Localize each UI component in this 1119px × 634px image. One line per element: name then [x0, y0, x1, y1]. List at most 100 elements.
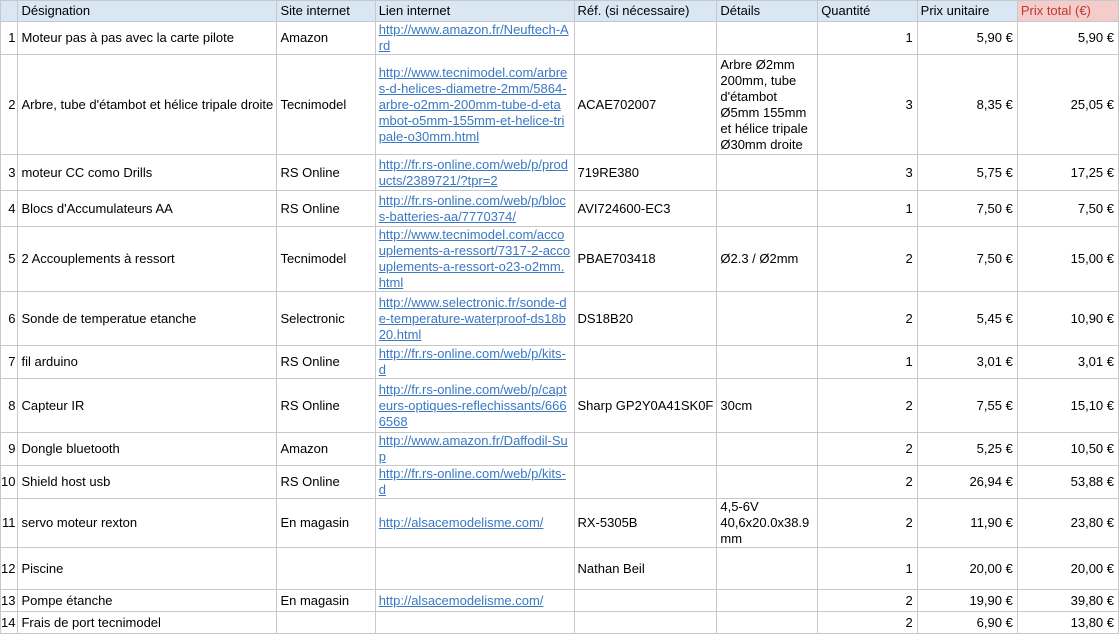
total-price-cell[interactable]: 53,88 € — [1016, 465, 1119, 499]
designation-cell[interactable]: Pompe étanche — [17, 589, 278, 612]
ref-cell[interactable]: PBAE703418 — [573, 226, 718, 292]
site-cell[interactable]: Tecnimodel — [276, 226, 376, 292]
unit-price-cell[interactable]: 19,90 € — [916, 589, 1018, 612]
total-price-cell[interactable]: 10,90 € — [1016, 291, 1119, 346]
row-number[interactable]: 12 — [0, 547, 19, 590]
quantity-cell[interactable]: 1 — [817, 547, 918, 590]
designation-cell[interactable]: Sonde de temperatue etanche — [17, 291, 278, 346]
col-header-quantity[interactable]: Quantité — [817, 0, 918, 22]
row-number[interactable]: 3 — [0, 154, 19, 191]
details-cell[interactable] — [716, 345, 819, 379]
unit-price-cell[interactable]: 7,50 € — [916, 190, 1018, 227]
total-price-cell[interactable]: 13,80 € — [1016, 611, 1119, 634]
unit-price-cell[interactable]: 26,94 € — [916, 465, 1018, 499]
details-cell[interactable] — [716, 154, 819, 191]
col-header-total-price[interactable]: Prix total (€) — [1016, 0, 1119, 22]
unit-price-cell[interactable]: 5,90 € — [916, 21, 1018, 55]
details-cell[interactable]: 30cm — [716, 378, 819, 433]
designation-cell[interactable]: Arbre, tube d'étambot et hélice tripale … — [17, 54, 278, 155]
unit-price-cell[interactable]: 3,01 € — [916, 345, 1018, 379]
link-cell[interactable]: http://www.amazon.fr/Daffodil-Sup — [374, 432, 575, 466]
unit-price-cell[interactable]: 11,90 € — [916, 498, 1018, 548]
link-cell[interactable]: http://fr.rs-online.com/web/p/capteurs-o… — [374, 378, 575, 433]
unit-price-cell[interactable]: 7,50 € — [916, 226, 1018, 292]
row-number[interactable]: 2 — [0, 54, 19, 155]
row-number[interactable]: 11 — [0, 498, 19, 548]
designation-cell[interactable]: Dongle bluetooth — [17, 432, 278, 466]
designation-cell[interactable]: Shield host usb — [17, 465, 278, 499]
site-cell[interactable]: Amazon — [276, 21, 376, 55]
row-number[interactable]: 8 — [0, 378, 19, 433]
total-price-cell[interactable]: 3,01 € — [1016, 345, 1119, 379]
site-cell[interactable]: RS Online — [276, 190, 376, 227]
unit-price-cell[interactable]: 6,90 € — [916, 611, 1018, 634]
designation-cell[interactable]: Frais de port tecnimodel — [17, 611, 278, 634]
site-cell[interactable]: RS Online — [276, 378, 376, 433]
row-number[interactable]: 14 — [0, 611, 19, 634]
corner-cell[interactable] — [0, 0, 19, 22]
designation-cell[interactable]: fil arduino — [17, 345, 278, 379]
quantity-cell[interactable]: 2 — [817, 589, 918, 612]
details-cell[interactable] — [716, 589, 819, 612]
total-price-cell[interactable]: 5,90 € — [1016, 21, 1119, 55]
link-cell[interactable]: http://fr.rs-online.com/web/p/products/2… — [374, 154, 575, 191]
designation-cell[interactable]: servo moteur rexton — [17, 498, 278, 548]
site-cell[interactable]: Selectronic — [276, 291, 376, 346]
quantity-cell[interactable]: 2 — [817, 291, 918, 346]
quantity-cell[interactable]: 2 — [817, 378, 918, 433]
ref-cell[interactable]: Sharp GP2Y0A41SK0F — [573, 378, 718, 433]
site-cell[interactable]: En magasin — [276, 589, 376, 612]
row-number[interactable]: 7 — [0, 345, 19, 379]
product-link[interactable]: http://fr.rs-online.com/web/p/kits-d — [379, 467, 566, 498]
quantity-cell[interactable]: 1 — [817, 190, 918, 227]
row-number[interactable]: 1 — [0, 21, 19, 55]
ref-cell[interactable] — [573, 432, 718, 466]
product-link[interactable]: http://fr.rs-online.com/web/p/blocs-batt… — [379, 193, 566, 224]
col-header-site[interactable]: Site internet — [276, 0, 376, 22]
link-cell[interactable]: http://www.selectronic.fr/sonde-de-tempe… — [374, 291, 575, 346]
ref-cell[interactable]: RX-5305B — [573, 498, 718, 548]
row-number[interactable]: 6 — [0, 291, 19, 346]
unit-price-cell[interactable]: 20,00 € — [916, 547, 1018, 590]
site-cell[interactable] — [276, 611, 376, 634]
link-cell[interactable]: http://www.tecnimodel.com/arbres-d-helic… — [374, 54, 575, 155]
quantity-cell[interactable]: 1 — [817, 345, 918, 379]
unit-price-cell[interactable]: 7,55 € — [916, 378, 1018, 433]
row-number[interactable]: 9 — [0, 432, 19, 466]
ref-cell[interactable]: AVI724600-EC3 — [573, 190, 718, 227]
quantity-cell[interactable]: 1 — [817, 21, 918, 55]
designation-cell[interactable]: 2 Accouplements à ressort — [17, 226, 278, 292]
site-cell[interactable]: RS Online — [276, 345, 376, 379]
total-price-cell[interactable]: 15,00 € — [1016, 226, 1119, 292]
quantity-cell[interactable]: 2 — [817, 498, 918, 548]
ref-cell[interactable] — [573, 611, 718, 634]
details-cell[interactable]: 4,5-6V 40,6x20.0x38.9 mm — [716, 498, 819, 548]
designation-cell[interactable]: Capteur IR — [17, 378, 278, 433]
link-cell[interactable]: http://www.tecnimodel.com/accouplements-… — [374, 226, 575, 292]
quantity-cell[interactable]: 3 — [817, 154, 918, 191]
col-header-ref[interactable]: Réf. (si nécessaire) — [573, 0, 718, 22]
link-cell[interactable]: http://fr.rs-online.com/web/p/kits-d — [374, 345, 575, 379]
quantity-cell[interactable]: 2 — [817, 611, 918, 634]
ref-cell[interactable]: ACAE702007 — [573, 54, 718, 155]
site-cell[interactable]: Tecnimodel — [276, 54, 376, 155]
total-price-cell[interactable]: 17,25 € — [1016, 154, 1119, 191]
details-cell[interactable]: Arbre Ø2mm 200mm, tube d'étambot Ø5mm 15… — [716, 54, 819, 155]
total-price-cell[interactable]: 25,05 € — [1016, 54, 1119, 155]
quantity-cell[interactable]: 2 — [817, 432, 918, 466]
ref-cell[interactable]: DS18B20 — [573, 291, 718, 346]
ref-cell[interactable] — [573, 465, 718, 499]
product-link[interactable]: http://www.selectronic.fr/sonde-de-tempe… — [379, 295, 567, 342]
link-cell[interactable] — [374, 547, 575, 590]
link-cell[interactable]: http://fr.rs-online.com/web/p/kits-d — [374, 465, 575, 499]
details-cell[interactable] — [716, 465, 819, 499]
total-price-cell[interactable]: 20,00 € — [1016, 547, 1119, 590]
details-cell[interactable] — [716, 190, 819, 227]
quantity-cell[interactable]: 3 — [817, 54, 918, 155]
designation-cell[interactable]: Moteur pas à pas avec la carte pilote — [17, 21, 278, 55]
row-number[interactable]: 5 — [0, 226, 19, 292]
row-number[interactable]: 10 — [0, 465, 19, 499]
product-link[interactable]: http://www.amazon.fr/Neuftech-Ard — [379, 23, 569, 54]
ref-cell[interactable] — [573, 589, 718, 612]
ref-cell[interactable]: 719RE380 — [573, 154, 718, 191]
